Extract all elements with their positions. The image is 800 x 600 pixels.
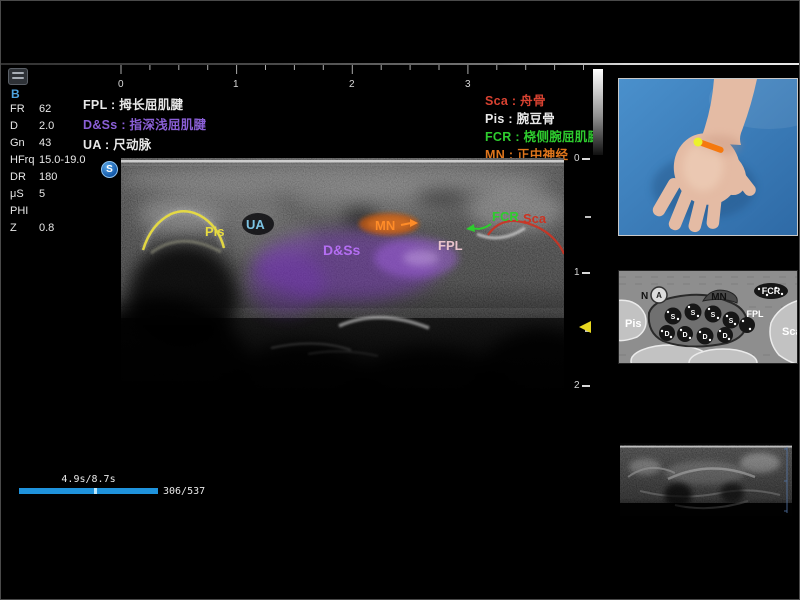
diagram-label-a: A — [656, 291, 662, 300]
horizontal-ruler: 0 1 2 3 — [109, 65, 599, 91]
anatomy-diagram[interactable]: S S S S D D D D N A MN FCR FPL Pis Sca — [618, 270, 798, 364]
diagram-label-n: N — [641, 291, 648, 302]
ruler-label: 0 — [118, 79, 124, 90]
legend-item: FPL : 拇长屈肌腱 — [83, 94, 183, 113]
scan-label-fcr: FCR — [492, 209, 519, 224]
probe-position-photo[interactable] — [618, 78, 798, 236]
param-row: Z0.8 — [10, 222, 115, 239]
svg-text:D: D — [682, 332, 687, 339]
playback-progress-bar[interactable] — [19, 488, 158, 494]
menu-button[interactable] — [8, 68, 28, 85]
param-row: μS5 — [10, 188, 115, 205]
depth-label: 1 — [574, 267, 580, 278]
scan-label-fpl: FPL — [438, 238, 463, 253]
legend-item: UA : 尺动脉 — [83, 134, 152, 153]
depth-label: 0 — [574, 153, 580, 164]
ruler-label: 3 — [465, 79, 471, 90]
grayscale-bar — [593, 69, 603, 155]
svg-text:S: S — [671, 314, 676, 321]
reference-ultrasound-thumbnail[interactable] — [620, 443, 792, 517]
probe-orientation-marker: S — [101, 161, 118, 178]
depth-minor-tick — [585, 216, 591, 218]
svg-text:D: D — [702, 334, 707, 341]
scan-label-sca: Sca — [523, 211, 547, 226]
svg-text:S: S — [711, 312, 716, 319]
probe-origin-dot — [694, 138, 703, 147]
depth-label: 2 — [574, 380, 580, 391]
ruler-label: 2 — [349, 79, 355, 90]
diagram-label-pis: Pis — [625, 318, 642, 330]
scan-label-dss: D&Ss — [323, 242, 361, 258]
param-row: PHI — [10, 205, 115, 222]
legend-item: D&Ss : 指深浅屈肌腱 — [83, 114, 206, 133]
svg-text:D: D — [664, 331, 669, 338]
ultrasound-screen: B FR62 D2.0 Gn43 HFrq15.0-19.0 DR180 μS5… — [0, 0, 800, 600]
playback-time: 4.9s/8.7s — [19, 474, 158, 485]
svg-text:S: S — [691, 310, 696, 317]
legend-item: Sca : 舟骨 — [485, 90, 546, 109]
param-row: DR180 — [10, 171, 115, 188]
param-row: HFrq15.0-19.0 — [10, 154, 115, 171]
legend-item: FCR : 桡侧腕屈肌腱 — [485, 126, 600, 145]
menu-icon — [12, 72, 24, 74]
legend-item: Pis : 腕豆骨 — [485, 108, 555, 127]
diagram-label-fpl: FPL — [747, 309, 765, 319]
diagram-label-mn: MN — [711, 292, 727, 303]
playback-frame-counter: 306/537 — [163, 486, 205, 497]
scan-label-ua: UA — [246, 217, 265, 232]
svg-text:S: S — [729, 318, 734, 325]
playback-playhead[interactable] — [94, 488, 97, 494]
menu-icon — [12, 77, 24, 79]
ultrasound-scan-canvas[interactable]: Pis UA MN D&Ss FPL FCR Sca — [121, 158, 564, 431]
diagram-label-fcr: FCR — [762, 286, 781, 296]
svg-text:D: D — [722, 333, 727, 340]
scan-label-pis: Pis — [205, 224, 225, 239]
scan-label-mn: MN — [375, 218, 395, 233]
focus-marker-icon[interactable] — [579, 321, 591, 333]
diagram-label-sca: Sca — [782, 326, 797, 338]
ruler-label: 1 — [233, 79, 239, 90]
mode-label: B — [11, 87, 20, 101]
